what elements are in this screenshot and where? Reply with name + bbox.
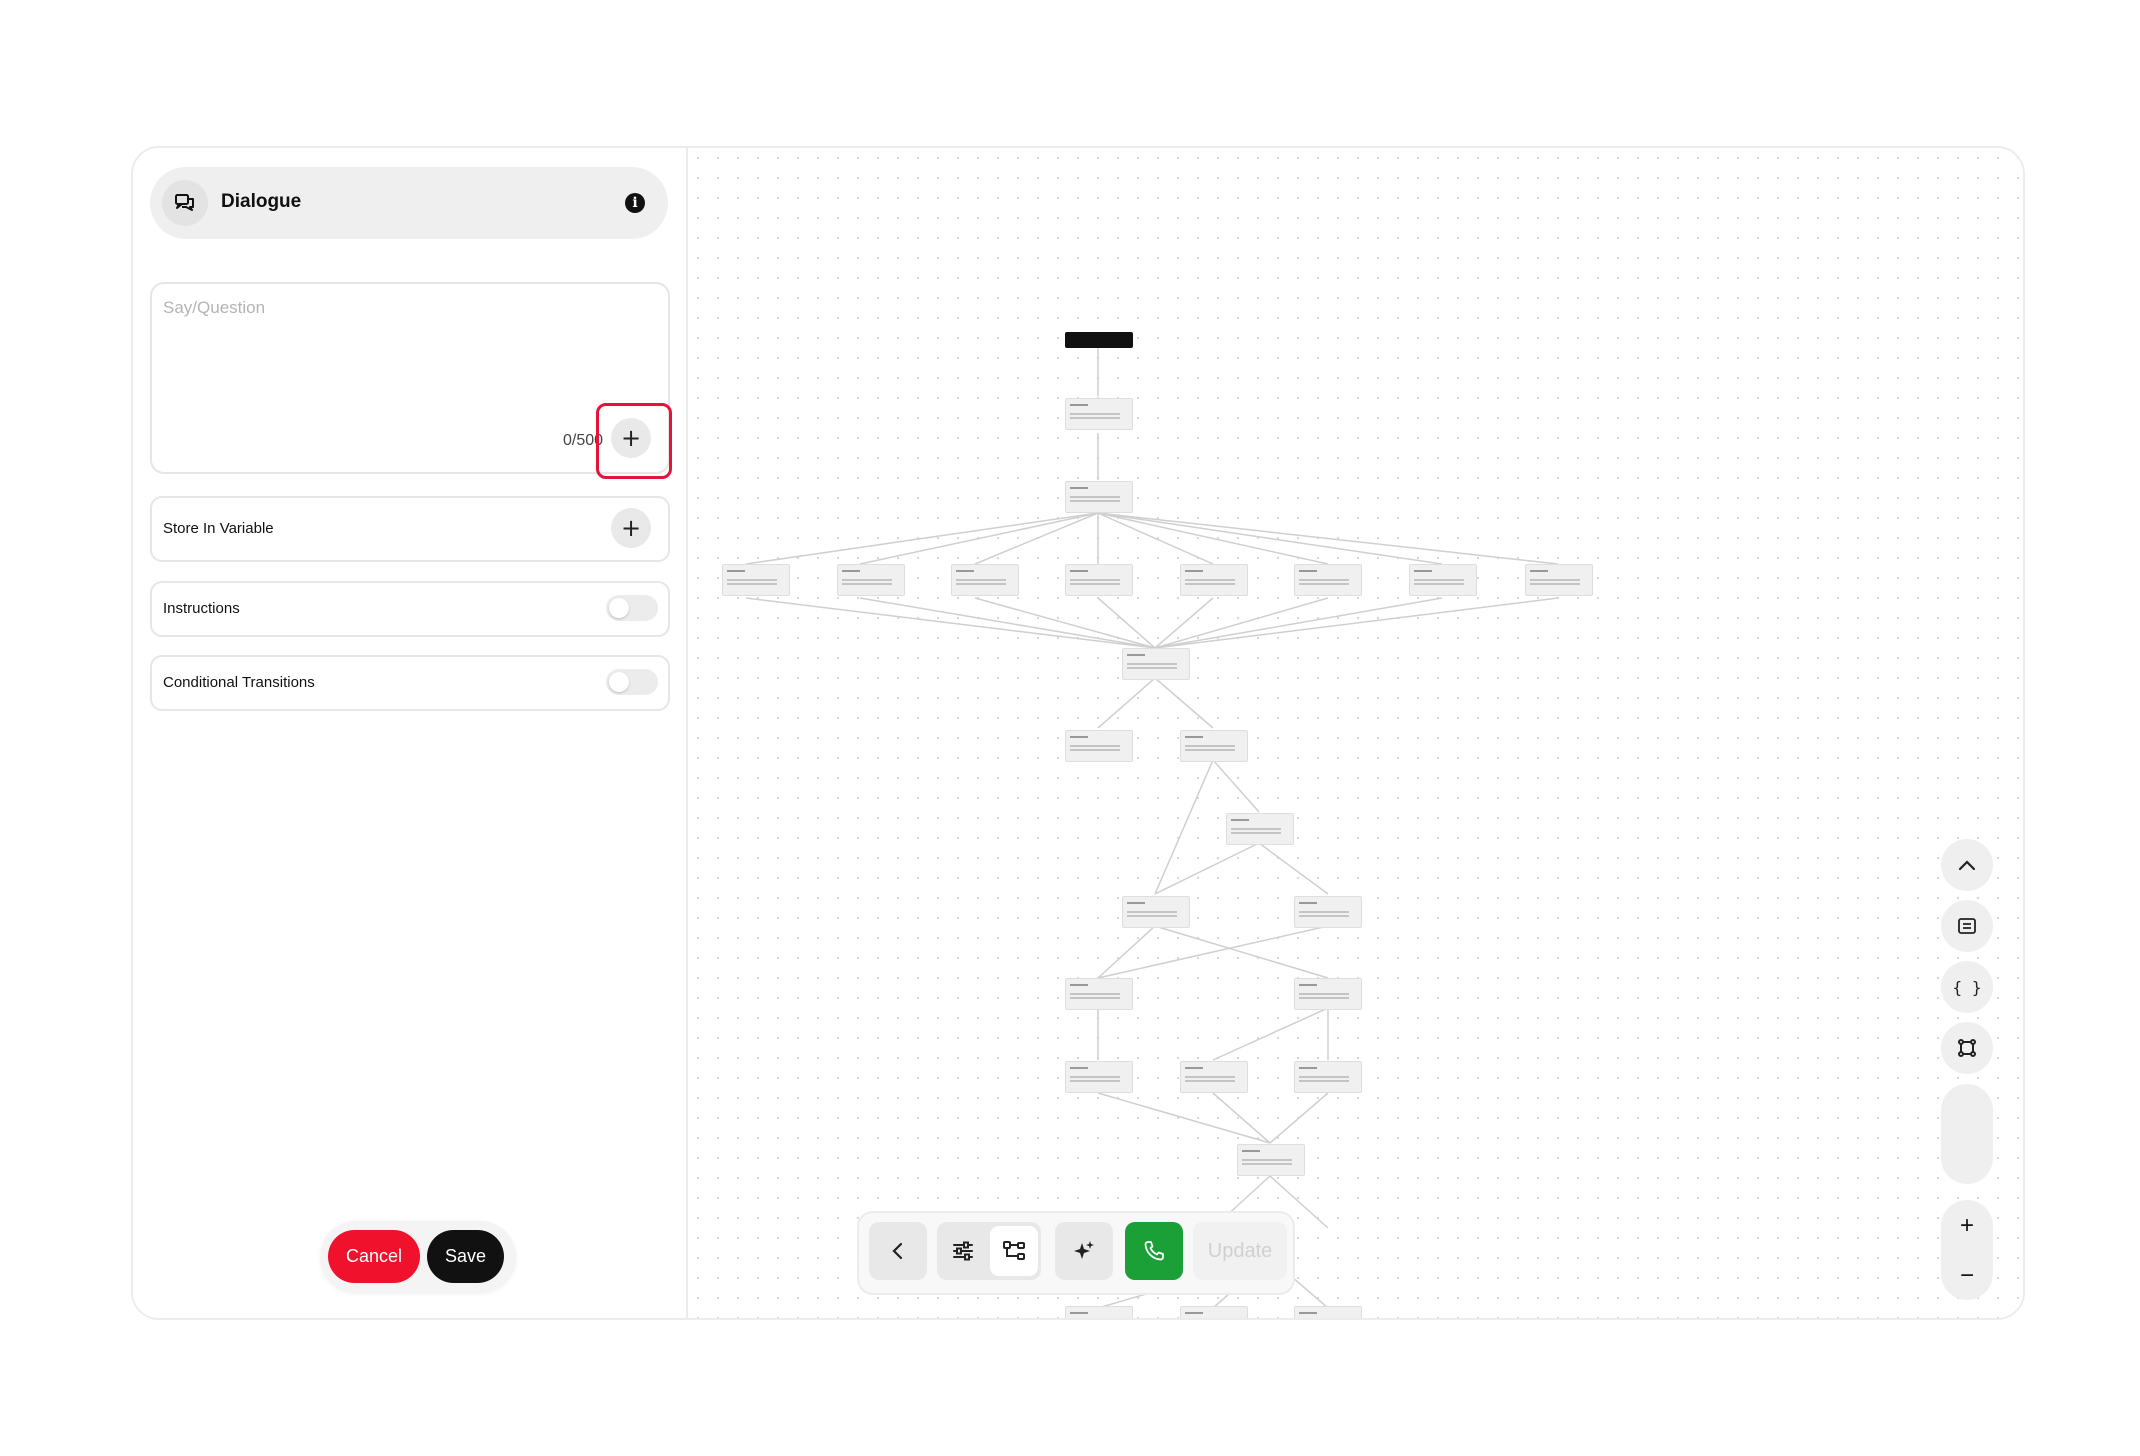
add-variable-button[interactable]: + [611,508,651,548]
flow-node[interactable] [1122,648,1190,680]
flow-node[interactable] [1294,1306,1362,1318]
flow-node-start[interactable] [1065,332,1133,348]
flow-node[interactable] [951,564,1019,596]
document-icon [1958,918,1976,934]
app-window: Dialogue i Say/Question 0/500 + Store In… [131,146,2025,1320]
zoom-in-icon[interactable]: + [1941,1204,1993,1248]
flow-canvas[interactable]: Update { } + − [688,148,2023,1318]
save-button[interactable]: Save [427,1230,504,1283]
cancel-label: Cancel [345,1246,403,1266]
conditional-transitions-row: Conditional Transitions [150,655,670,711]
flow-node[interactable] [1237,1144,1305,1176]
instructions-toggle[interactable] [606,595,658,621]
zoom-controls: + − [1941,1200,1993,1300]
info-icon[interactable]: i [625,193,645,213]
nodes-icon [1958,1039,1976,1057]
flow-node[interactable] [1525,564,1593,596]
flow-node[interactable] [1180,730,1248,762]
flow-node[interactable] [1294,978,1362,1010]
conditional-transitions-label: Conditional Transitions [163,674,315,691]
store-in-variable-label: Store In Variable [163,520,274,537]
flow-node[interactable] [1409,564,1477,596]
flow-node[interactable] [1065,978,1133,1010]
flow-node[interactable] [722,564,790,596]
node-title: Dialogue [221,191,302,212]
node-editor-panel: Dialogue i Say/Question 0/500 + Store In… [133,148,688,1318]
flow-node[interactable] [1180,1306,1248,1318]
back-chevron-icon [892,1242,903,1260]
save-label: Save [444,1246,487,1266]
conditional-transitions-toggle[interactable] [606,669,658,695]
braces-icon: { } [1952,977,1982,997]
flow-node[interactable] [1065,481,1133,513]
flow-node[interactable] [1122,896,1190,928]
sliders-icon [953,1241,973,1261]
plus-icon: + [620,514,642,542]
call-button[interactable] [1125,1222,1183,1280]
sparkle-icon [1074,1241,1094,1259]
view-toggle-group [937,1222,1041,1280]
ai-assist-button[interactable] [1055,1222,1113,1280]
chevron-up-icon [1958,860,1976,871]
settings-view-button[interactable] [939,1226,987,1276]
flow-node[interactable] [1065,1061,1133,1093]
zoom-out-icon[interactable]: − [1941,1254,1993,1298]
collapse-button[interactable] [1941,839,1993,891]
update-label: Update [1207,1239,1273,1262]
flow-node[interactable] [837,564,905,596]
flow-node[interactable] [1294,564,1362,596]
notes-button[interactable] [1941,900,1993,952]
chat-bubbles-icon [162,180,208,226]
update-button[interactable]: Update [1193,1222,1287,1280]
flow-connections [745,348,1559,1309]
flow-view-button[interactable] [990,1226,1038,1276]
back-button[interactable] [869,1222,927,1280]
flow-node[interactable] [1294,1061,1362,1093]
cancel-button[interactable]: Cancel [328,1230,420,1283]
variables-button[interactable]: { } [1941,961,1993,1013]
bottom-toolbar: Update [857,1211,1295,1295]
say-question-input[interactable]: Say/Question 0/500 [150,282,670,474]
flow-node[interactable] [1294,896,1362,928]
flow-icon [1003,1241,1025,1260]
flow-node[interactable] [1065,1306,1133,1318]
auto-layout-button[interactable] [1941,1022,1993,1074]
say-question-placeholder: Say/Question [163,298,266,317]
flow-node[interactable] [1180,1061,1248,1093]
undo-redo-group [1941,1084,1993,1184]
flow-node[interactable] [1226,813,1294,845]
flow-node[interactable] [1065,564,1133,596]
flow-node[interactable] [1065,730,1133,762]
instructions-row: Instructions [150,581,670,637]
phone-icon [1144,1241,1164,1261]
flow-node[interactable] [1180,564,1248,596]
flow-node[interactable] [1065,398,1133,430]
highlight-box [596,403,672,479]
instructions-label: Instructions [163,600,240,617]
store-in-variable-row: Store In Variable + [150,496,670,562]
footer-actions: Cancel Save [320,1221,516,1293]
node-header: Dialogue i [150,167,668,239]
